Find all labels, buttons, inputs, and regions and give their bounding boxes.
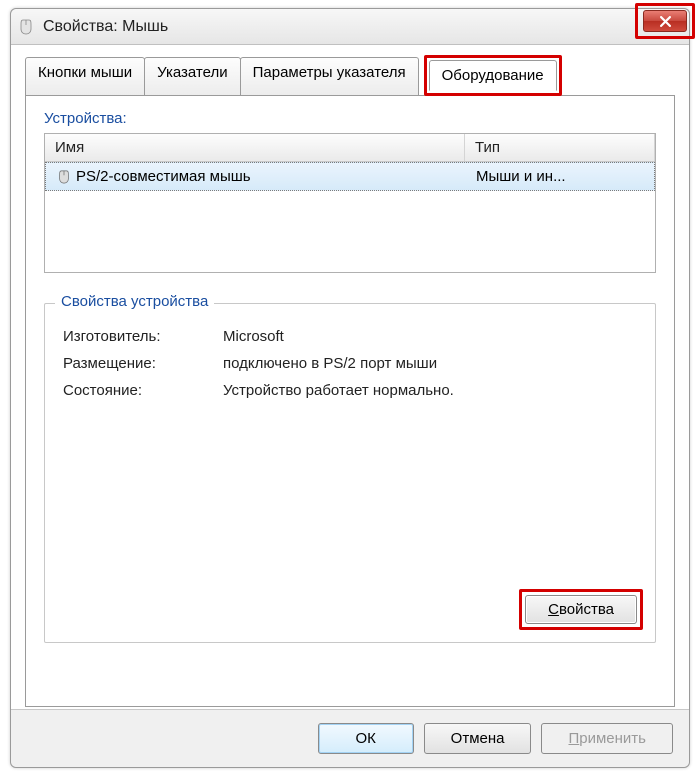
prop-location: Размещение: подключено в PS/2 порт мыши — [63, 355, 637, 372]
ok-button[interactable]: ОК — [318, 723, 414, 754]
tab-strip: Кнопки мыши Указатели Параметры указател… — [25, 57, 675, 96]
tab-panel-hardware: Устройства: Имя Тип PS/2-совместимая мыш… — [25, 95, 675, 707]
device-mouse-icon — [56, 169, 72, 185]
location-value: подключено в PS/2 порт мыши — [223, 355, 437, 372]
device-name-cell: PS/2-совместимая мышь — [46, 167, 466, 186]
group-title: Свойства устройства — [55, 293, 214, 310]
prop-status: Состояние: Устройство работает нормально… — [63, 382, 637, 399]
content-area: Кнопки мыши Указатели Параметры указател… — [11, 45, 689, 709]
device-name: PS/2-совместимая мышь — [76, 168, 251, 185]
column-name[interactable]: Имя — [45, 134, 465, 161]
tab-pointers[interactable]: Указатели — [144, 57, 241, 96]
dialog-window: Свойства: Мышь Кнопки мыши Указатели Пар… — [10, 8, 690, 768]
tab-hardware[interactable]: Оборудование — [429, 60, 557, 91]
window-title: Свойства: Мышь — [43, 18, 168, 36]
titlebar: Свойства: Мышь — [11, 9, 689, 45]
listview-header: Имя Тип — [45, 134, 655, 162]
device-type-cell: Мыши и ин... — [466, 167, 654, 186]
tab-pointer-options[interactable]: Параметры указателя — [240, 57, 419, 96]
manufacturer-value: Microsoft — [223, 328, 284, 345]
status-label: Состояние: — [63, 382, 223, 399]
dialog-footer: ОК Отмена Применить — [11, 709, 689, 767]
prop-manufacturer: Изготовитель: Microsoft — [63, 328, 637, 345]
apply-u: П — [568, 730, 579, 747]
device-properties-group: Свойства устройства Изготовитель: Micros… — [44, 303, 656, 643]
properties-button[interactable]: Свойства — [525, 595, 637, 624]
accel-u: С — [548, 601, 559, 618]
location-label: Размещение: — [63, 355, 223, 372]
mouse-icon — [17, 18, 35, 36]
apply-button[interactable]: Применить — [541, 723, 673, 754]
cancel-button[interactable]: Отмена — [424, 723, 532, 754]
properties-button-highlight: Свойства — [519, 589, 643, 630]
device-row[interactable]: PS/2-совместимая мышь Мыши и ин... — [45, 162, 655, 191]
column-type[interactable]: Тип — [465, 134, 655, 161]
accel-rest: войства — [559, 601, 614, 618]
close-highlight — [635, 3, 695, 39]
apply-rest: рименить — [579, 730, 646, 747]
tab-buttons[interactable]: Кнопки мыши — [25, 57, 145, 96]
close-button[interactable] — [643, 10, 687, 32]
manufacturer-label: Изготовитель: — [63, 328, 223, 345]
devices-label: Устройства: — [44, 110, 656, 127]
tab-hardware-highlight: Оборудование — [424, 55, 562, 96]
status-value: Устройство работает нормально. — [223, 382, 454, 399]
devices-listview[interactable]: Имя Тип PS/2-совместимая мышь Мыши и ин.… — [44, 133, 656, 273]
